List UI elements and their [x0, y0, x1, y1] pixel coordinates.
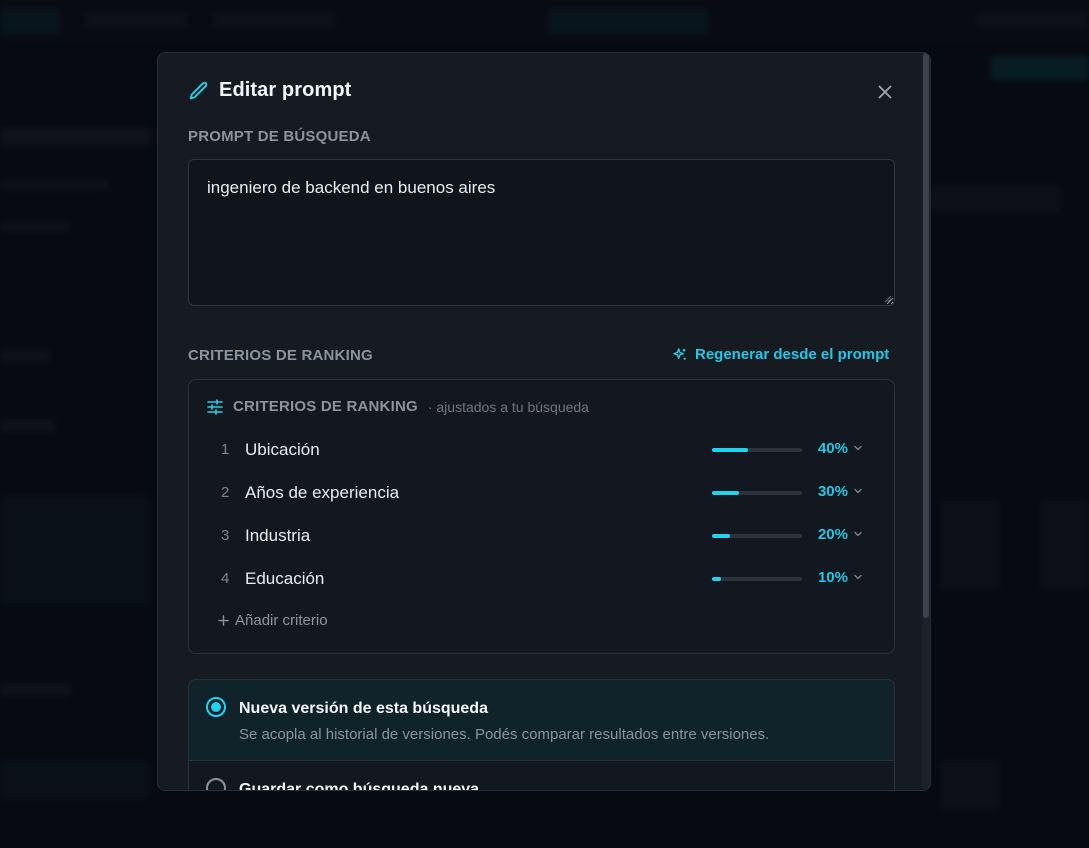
- criterion-weight-fill: [712, 577, 721, 581]
- edit-prompt-modal: Editar prompt PROMPT DE BÚSQUEDA CRITERI…: [157, 52, 931, 791]
- criterion-weight-bar[interactable]: [712, 491, 802, 495]
- sparkles-icon: [673, 347, 686, 360]
- radio-new-search[interactable]: [206, 778, 226, 790]
- criterion-weight-bar[interactable]: [712, 448, 802, 452]
- criterion-row[interactable]: 2 Años de experiencia 30%: [189, 478, 896, 508]
- prompt-textarea[interactable]: [188, 159, 895, 306]
- criterion-name: Educación: [245, 569, 325, 588]
- chevron-down-icon[interactable]: [853, 443, 863, 453]
- option-new-version-description: Se acopla al historial de versiones. Pod…: [239, 726, 770, 743]
- criterion-weight-value: 30%: [817, 483, 848, 500]
- regenerate-button[interactable]: Regenerar desde el prompt: [672, 346, 889, 363]
- option-new-version[interactable]: Nueva versión de esta búsqueda Se acopla…: [189, 680, 894, 761]
- criterion-name: Industria: [245, 526, 311, 545]
- chevron-down-icon[interactable]: [853, 572, 863, 582]
- regenerate-label: Regenerar desde el prompt: [695, 346, 890, 363]
- criterion-row[interactable]: 1 Ubicación 40%: [189, 435, 896, 465]
- criterion-index: 3: [221, 527, 230, 544]
- close-icon: [878, 85, 892, 99]
- criterion-row[interactable]: 3 Industria 20%: [189, 521, 896, 551]
- add-criterion-label: Añadir criterio: [235, 612, 328, 629]
- chevron-down-icon[interactable]: [853, 529, 863, 539]
- save-options: Nueva versión de esta búsqueda Se acopla…: [188, 679, 895, 791]
- modal-title: Editar prompt: [219, 79, 352, 101]
- criterion-index: 1: [221, 441, 230, 458]
- criteria-card: CRITERIOS DE RANKING · ajustados a tu bú…: [188, 379, 895, 654]
- criterion-weight-fill: [712, 448, 748, 452]
- criterion-index: 4: [221, 570, 230, 587]
- ranking-section-label: CRITERIOS DE RANKING: [188, 347, 373, 364]
- criterion-weight-value: 10%: [817, 569, 848, 586]
- modal-scrollbar[interactable]: [922, 53, 930, 790]
- criterion-weight-fill: [712, 534, 730, 538]
- option-new-search[interactable]: Guardar como búsqueda nueva: [189, 761, 894, 791]
- criterion-weight-fill: [712, 491, 739, 495]
- resize-grip-icon[interactable]: [884, 295, 892, 303]
- radio-new-version[interactable]: [206, 697, 226, 717]
- criterion-name: Ubicación: [245, 440, 320, 459]
- pencil-icon: [188, 80, 210, 102]
- modal-scrollbar-thumb[interactable]: [923, 53, 929, 618]
- chevron-down-icon[interactable]: [853, 486, 863, 496]
- criteria-subtitle: · ajustados a tu búsqueda: [427, 398, 589, 415]
- option-new-search-title: Guardar como búsqueda nueva: [239, 781, 480, 791]
- criterion-row[interactable]: 4 Educación 10%: [189, 564, 896, 594]
- modal-header: Editar prompt: [188, 79, 351, 102]
- criterion-weight-bar[interactable]: [712, 534, 802, 538]
- criteria-title: CRITERIOS DE RANKING: [233, 398, 418, 415]
- criterion-name: Años de experiencia: [245, 483, 400, 502]
- criterion-weight-bar[interactable]: [712, 577, 802, 581]
- criterion-weight-value: 40%: [817, 440, 848, 457]
- option-new-version-title: Nueva versión de esta búsqueda: [239, 700, 488, 717]
- close-button[interactable]: [874, 81, 896, 103]
- criterion-index: 2: [221, 484, 230, 501]
- sliders-icon: [207, 398, 223, 415]
- criteria-header: CRITERIOS DE RANKING · ajustados a tu bú…: [207, 398, 589, 415]
- plus-icon: [218, 615, 229, 626]
- prompt-section-label: PROMPT DE BÚSQUEDA: [188, 128, 371, 145]
- add-criterion-button[interactable]: Añadir criterio: [218, 612, 328, 629]
- criterion-weight-value: 20%: [817, 526, 848, 543]
